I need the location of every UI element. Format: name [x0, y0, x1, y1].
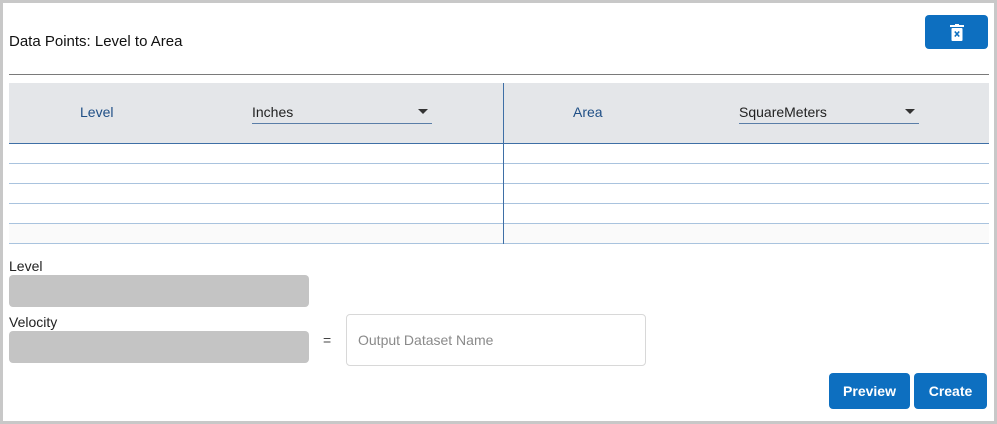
level-unit-value: Inches [252, 104, 294, 120]
table-row[interactable] [9, 184, 989, 204]
table-row[interactable] [9, 224, 989, 244]
column-divider [503, 83, 504, 244]
chevron-down-icon [418, 109, 428, 114]
level-input[interactable] [9, 275, 309, 307]
velocity-input[interactable] [9, 331, 309, 363]
create-button[interactable]: Create [914, 373, 987, 409]
page-title: Data Points: Level to Area [9, 33, 183, 50]
trash-icon [949, 23, 964, 41]
area-column-label: Area [573, 104, 603, 120]
preview-button[interactable]: Preview [829, 373, 910, 409]
chevron-down-icon [905, 109, 915, 114]
level-column-label: Level [80, 104, 114, 120]
delete-button[interactable] [925, 15, 988, 49]
level-unit-select[interactable]: Inches [252, 94, 432, 124]
area-unit-value: SquareMeters [739, 104, 827, 120]
area-unit-select[interactable]: SquareMeters [739, 94, 919, 124]
equals-sign: = [323, 332, 332, 348]
table-row[interactable] [9, 204, 989, 224]
velocity-field-label: Velocity [9, 314, 58, 330]
output-dataset-name-input[interactable] [346, 314, 646, 366]
table-row[interactable] [9, 144, 989, 164]
header-divider [9, 74, 989, 75]
table-row[interactable] [9, 164, 989, 184]
level-field-label: Level [9, 258, 43, 274]
